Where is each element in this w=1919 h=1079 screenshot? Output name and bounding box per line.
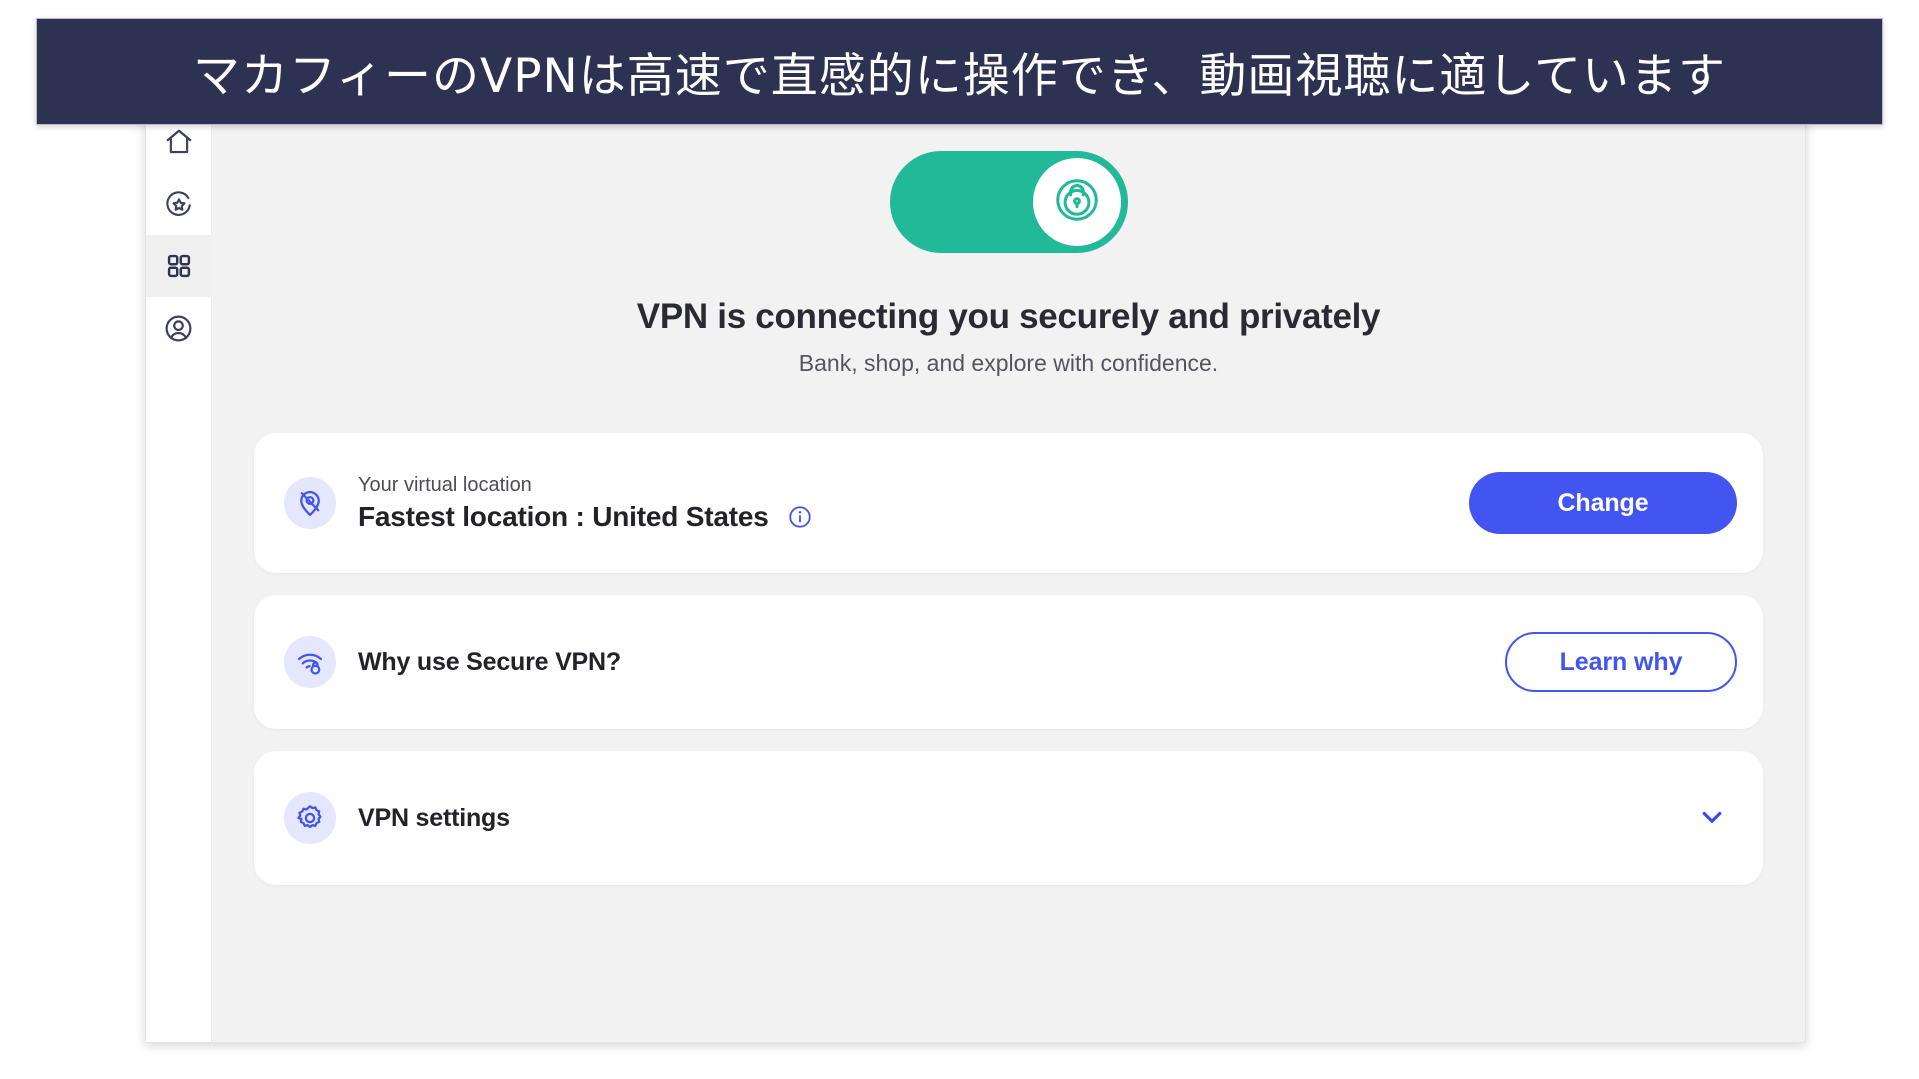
page-subtitle: Bank, shop, and explore with confidence.: [798, 350, 1219, 376]
virtual-location-value: Fastest location : United States: [358, 500, 769, 532]
vpn-power-toggle[interactable]: [889, 151, 1128, 253]
caption-banner: マカフィーのVPNは高速で直感的に操作でき、動画視聴に適しています: [36, 18, 1883, 125]
virtual-location-label: Your virtual location: [358, 473, 532, 496]
card-vpn-settings[interactable]: VPN settings: [254, 751, 1763, 885]
chevron-down-icon: [1695, 800, 1729, 837]
why-card-text: Why use Secure VPN?: [358, 648, 1505, 677]
location-pin-icon: [284, 477, 336, 529]
caption-text: マカフィーのVPNは高速で直感的に操作でき、動画視聴に適しています: [192, 49, 1726, 104]
mcafee-vpn-window: VPN is connecting you securely and priva…: [145, 96, 1806, 1043]
star-circle-icon: [164, 189, 194, 219]
home-icon: [164, 127, 194, 157]
virtual-location-value-row: Fastest location : United States: [358, 501, 1469, 533]
page-title: VPN is connecting you securely and priva…: [636, 297, 1381, 336]
vpn-settings-title: VPN settings: [358, 803, 510, 832]
lock-shield-icon: [1049, 172, 1105, 233]
grid-apps-icon: [165, 252, 193, 280]
sidebar-item-protection-score[interactable]: [146, 173, 212, 235]
vpn-settings-expand-button[interactable]: [1687, 792, 1737, 845]
screen-root: VPN is connecting you securely and priva…: [0, 0, 1919, 1079]
change-location-button[interactable]: Change: [1469, 472, 1737, 534]
info-circle-icon[interactable]: [787, 504, 813, 530]
card-virtual-location: Your virtual location Fastest location :…: [254, 433, 1763, 573]
gear-icon: [284, 792, 336, 844]
sidebar-item-account[interactable]: [146, 297, 212, 359]
why-secure-vpn-title: Why use Secure VPN?: [358, 647, 621, 676]
location-card-text: Your virtual location Fastest location :…: [358, 474, 1469, 533]
vpn-main-content: VPN is connecting you securely and priva…: [212, 97, 1805, 1042]
account-circle-icon: [163, 313, 194, 344]
vpn-toggle-knob: [1032, 158, 1121, 246]
learn-why-button[interactable]: Learn why: [1505, 632, 1737, 692]
vpn-cards: Your virtual location Fastest location :…: [254, 433, 1763, 885]
sidebar-rail: [146, 97, 212, 1042]
sidebar-item-apps[interactable]: [146, 235, 212, 297]
vpn-hero: VPN is connecting you securely and priva…: [254, 97, 1763, 377]
card-why-secure-vpn: Why use Secure VPN? Learn why: [254, 595, 1763, 729]
wifi-lock-icon: [284, 636, 336, 688]
settings-card-text: VPN settings: [358, 804, 1687, 833]
